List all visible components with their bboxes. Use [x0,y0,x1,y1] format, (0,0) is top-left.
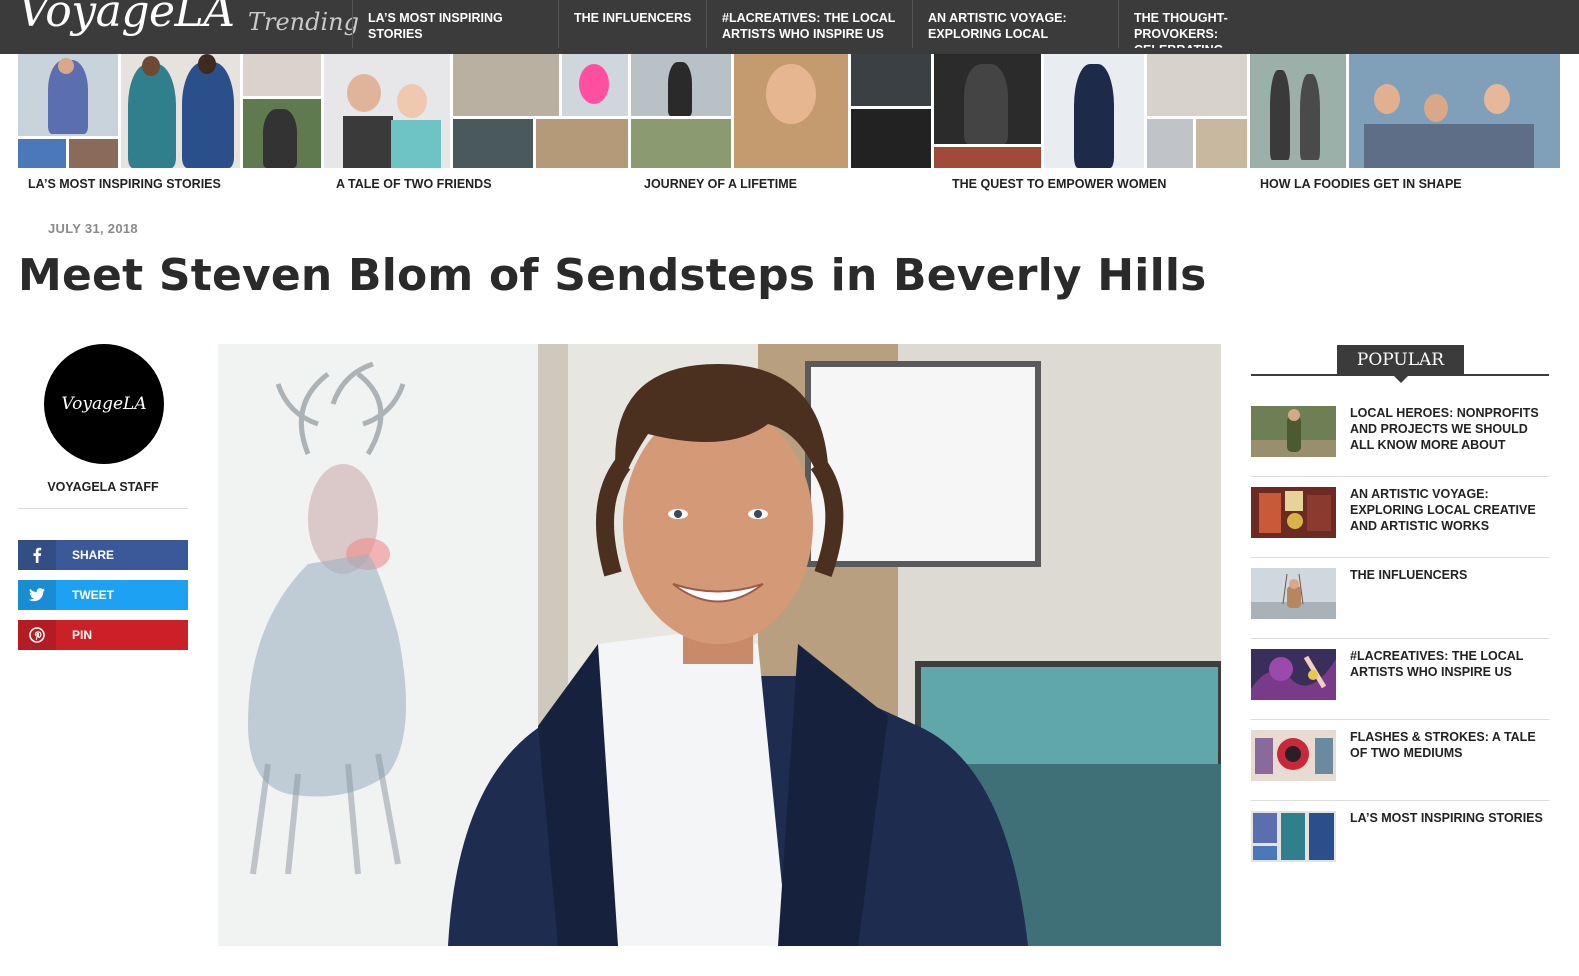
popular-item[interactable]: #LACreatives: The Local Artists Who Insp… [1251,639,1549,720]
collage-labels: LA’s Most Inspiring Stories A Tale of Tw… [18,177,1560,191]
trending-label: Trending [248,8,359,36]
popular-item[interactable]: The Influencers [1251,558,1549,639]
popular-thumbnail[interactable] [1251,487,1336,538]
pinterest-pin-button[interactable]: Pin [18,620,188,650]
popular-item[interactable]: An Artistic Voyage: Exploring Local Crea… [1251,477,1549,558]
author-divider [18,508,188,509]
popular-item-title[interactable]: The Influencers [1350,567,1545,583]
collage-label-empower-women[interactable]: The Quest to Empower Women [942,177,1250,191]
featured-collage-strip [18,54,1560,168]
trending-item-inspiring-stories[interactable]: LA’s Most Inspiring Stories [352,0,558,48]
popular-item-title[interactable]: An Artistic Voyage: Exploring Local Crea… [1350,486,1545,534]
collage-journey-of-a-lifetime[interactable] [453,54,731,168]
popular-thumbnail[interactable] [1251,649,1336,700]
pinterest-icon [18,620,56,650]
popular-item[interactable]: Flashes & Strokes: A Tale of Two Mediums [1251,720,1549,801]
trending-list: LA’s Most Inspiring Stories The Influenc… [352,0,1324,54]
twitter-icon [18,580,56,610]
avatar-logo-text: VoyageLA [61,394,147,414]
collage-quest-to-empower-women[interactable] [733,54,1041,168]
popular-item-title[interactable]: #LACreatives: The Local Artists Who Insp… [1350,648,1545,680]
popular-item[interactable]: Local Heroes: Nonprofits and Projects We… [1251,396,1549,477]
popular-heading: Popular [1337,345,1464,383]
collage-label-la-foodies[interactable]: How LA Foodies Get in Shape [1250,177,1558,191]
pinterest-pin-label: Pin [72,628,93,642]
popular-list: Local Heroes: Nonprofits and Projects We… [1251,396,1549,882]
site-logo[interactable]: VoyageLA [18,0,235,37]
trending-item-thought-provokers[interactable]: The Thought-Provokers: Celebrating [1118,0,1324,48]
author-name[interactable]: VoyageLA Staff [18,480,188,494]
trending-item-influencers[interactable]: The Influencers [558,0,706,48]
popular-item-title[interactable]: Flashes & Strokes: A Tale of Two Mediums [1350,729,1545,761]
twitter-tweet-button[interactable]: Tweet [18,580,188,610]
popular-thumbnail[interactable] [1251,811,1336,862]
trending-item-lacreatives[interactable]: #LACreatives: The Local Artists Who Insp… [706,0,912,48]
collage-label-journey[interactable]: Journey of a Lifetime [634,177,942,191]
article-title: Meet Steven Blom of Sendsteps in Beverly… [18,250,1207,301]
facebook-icon [18,540,56,570]
trending-item-artistic-voyage[interactable]: An Artistic Voyage: Exploring Local [912,0,1118,48]
popular-thumbnail[interactable] [1251,568,1336,619]
collage-la-foodies[interactable] [1044,54,1560,168]
collage-tale-of-two-friends[interactable] [242,54,451,168]
collage-label-two-friends[interactable]: A Tale of Two Friends [326,177,634,191]
collage-label-inspiring-stories[interactable]: LA’s Most Inspiring Stories [18,177,326,191]
article-hero-photo [218,344,1221,946]
article-date: July 31, 2018 [48,221,138,236]
top-navigation-bar: VoyageLA Trending LA’s Most Inspiring St… [0,0,1579,54]
popular-item[interactable]: LA’s Most Inspiring Stories [1251,801,1549,882]
author-avatar[interactable]: VoyageLA [44,344,164,464]
facebook-share-button[interactable]: Share [18,540,188,570]
facebook-share-label: Share [72,548,115,562]
popular-thumbnail[interactable] [1251,730,1336,781]
popular-thumbnail[interactable] [1251,406,1336,457]
popular-item-title[interactable]: Local Heroes: Nonprofits and Projects We… [1350,405,1545,453]
collage-inspiring-stories[interactable] [18,54,240,168]
popular-item-title[interactable]: LA’s Most Inspiring Stories [1350,810,1545,826]
twitter-tweet-label: Tweet [72,588,114,602]
